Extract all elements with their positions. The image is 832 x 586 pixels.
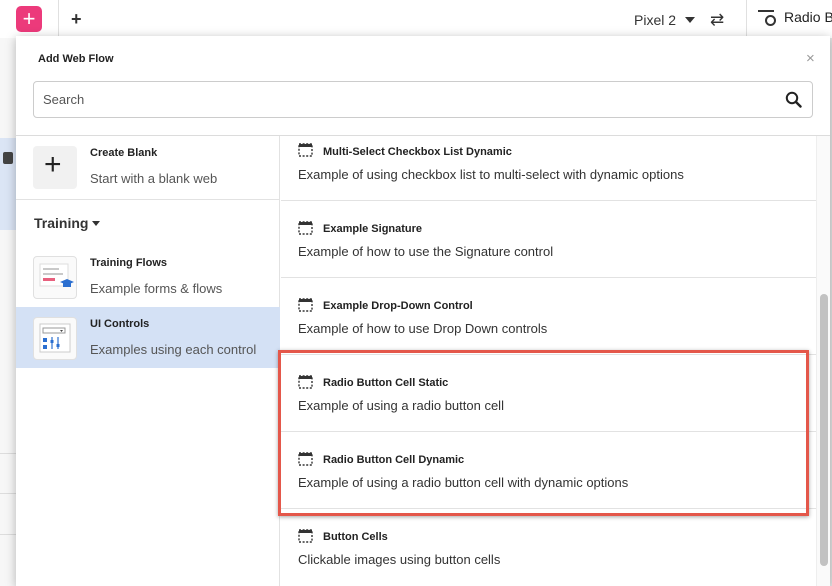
properties-label: Radio B: [784, 9, 832, 25]
device-selector[interactable]: Pixel 2: [634, 12, 676, 28]
scrollbar-thumb[interactable]: [820, 294, 828, 566]
training-flows-icon: [33, 256, 77, 299]
create-blank-title: Create Blank: [90, 147, 158, 159]
rail-divider: [0, 493, 16, 494]
list-item[interactable]: Multi-Select Checkbox List Dynamic Examp…: [281, 136, 816, 201]
plus-icon: +: [44, 148, 62, 181]
add-web-flow-modal: Add Web Flow × + Create Blank Start with…: [16, 36, 830, 586]
rotate-icon[interactable]: ⇄: [710, 10, 724, 30]
flow-description: Example of using checkbox list to multi-…: [298, 167, 684, 182]
list-item[interactable]: Button Cells Clickable images using butt…: [281, 509, 816, 586]
toolbar-divider: [746, 0, 747, 38]
create-blank-item[interactable]: + Create Blank Start with a blank web: [16, 136, 280, 197]
category-sidebar: + Create Blank Start with a blank web Tr…: [16, 136, 280, 586]
training-flows-graphic: [39, 263, 74, 287]
sidebar-item-training-flows[interactable]: Training Flows Example forms & flows: [16, 246, 280, 307]
list-item[interactable]: Example Signature Example of how to use …: [281, 201, 816, 278]
search-input[interactable]: [43, 82, 763, 117]
flow-title: Example Signature: [323, 223, 423, 235]
rail-divider: [0, 534, 16, 535]
sidebar-divider: [16, 199, 280, 200]
create-blank-thumb: +: [33, 146, 77, 189]
web-flow-icon: [298, 529, 313, 543]
chevron-down-icon[interactable]: [92, 221, 100, 226]
left-rail: [0, 38, 16, 586]
create-blank-subtitle: Start with a blank web: [90, 171, 218, 186]
toolbar-divider: [58, 0, 59, 38]
flow-title: Multi-Select Checkbox List Dynamic: [323, 146, 512, 158]
flow-title: Button Cells: [323, 531, 388, 543]
section-header-training[interactable]: Training: [34, 215, 88, 231]
rail-divider: [0, 453, 16, 454]
list-item[interactable]: Example Drop-Down Control Example of how…: [281, 278, 816, 355]
sidebar-item-subtitle: Example forms & flows: [90, 281, 223, 296]
properties-header: Radio B: [758, 9, 832, 31]
sidebar-item-subtitle: Examples using each control: [90, 342, 257, 357]
copy-icon[interactable]: [3, 152, 13, 164]
web-flow-icon: [298, 221, 313, 235]
ui-controls-icon: [33, 317, 77, 360]
search-icon[interactable]: [785, 91, 802, 108]
flow-title: Example Drop-Down Control: [323, 300, 473, 312]
web-flow-icon: [298, 298, 313, 312]
chevron-down-icon[interactable]: [685, 17, 695, 23]
highlight-box: [278, 350, 809, 516]
search-field[interactable]: [33, 81, 813, 118]
flow-description: Clickable images using button cells: [298, 552, 501, 567]
modal-title: Add Web Flow: [38, 53, 114, 65]
flow-description: Example of how to use the Signature cont…: [298, 244, 554, 259]
close-icon[interactable]: ×: [806, 50, 815, 67]
new-tab-button[interactable]: +: [71, 9, 82, 30]
sidebar-item-title: UI Controls: [90, 318, 150, 330]
ui-controls-graphic: [39, 323, 71, 353]
add-button[interactable]: +: [16, 6, 42, 32]
app-toolbar: + + Pixel 2 ⇄ Radio B: [0, 0, 832, 38]
web-flow-icon: [298, 143, 313, 157]
sidebar-item-ui-controls[interactable]: UI Controls Examples using each control: [16, 307, 280, 368]
properties-icon: [758, 10, 776, 26]
flow-description: Example of how to use Drop Down controls: [298, 321, 548, 336]
sidebar-item-title: Training Flows: [90, 257, 168, 269]
scrollbar-track[interactable]: [816, 136, 830, 586]
